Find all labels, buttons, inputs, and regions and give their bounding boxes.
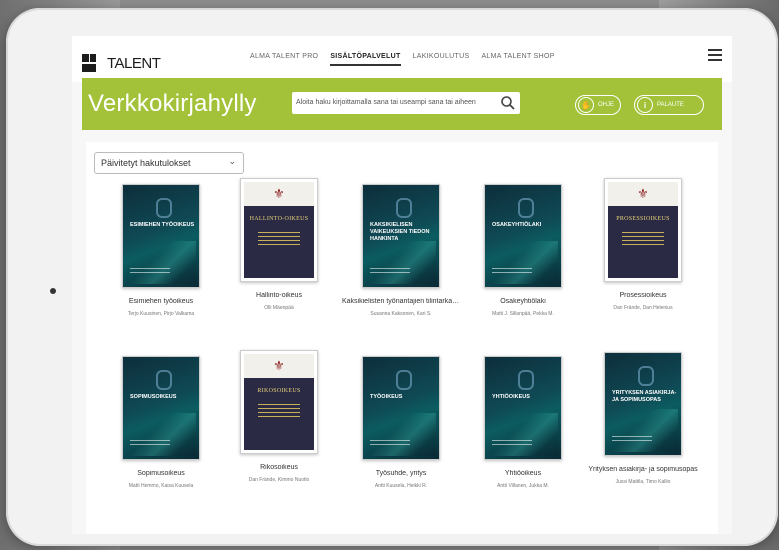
book-title[interactable]: Esimiehen työoikeus	[102, 298, 220, 305]
book-author: Matti J. Sillanpää, Pekka M.	[492, 311, 554, 317]
book-author: Matti Hemmo, Kaisa Kuusela	[128, 483, 194, 489]
search-placeholder: Aloita haku kirjoittamalla sana tai usea…	[296, 99, 476, 106]
book-cover[interactable]: ESIMIEHEN TYÖOIKEUS	[122, 184, 200, 288]
cover-title: HALLINTO-OIKEUS	[249, 216, 309, 222]
book-cover[interactable]: ⚜ PROSESSIOIKEUS	[604, 178, 682, 282]
book-cover[interactable]: SOPIMUSOIKEUS	[122, 356, 200, 460]
feedback-button-label: PALAUTE	[657, 102, 684, 108]
nav-alma-talent-shop[interactable]: ALMA TALENT SHOP	[481, 53, 554, 66]
nav-links: ALMA TALENT PRO SISÄLTÖPALVELUT LAKIKOUL…	[250, 53, 555, 66]
book-author: Dan Frände, Dan Helenius	[613, 305, 673, 311]
book-author: Susanna Kaksonen, Kari S.	[370, 311, 432, 317]
paragraph-emblem-icon	[396, 370, 412, 390]
cover-title: SOPIMUSOIKEUS	[130, 394, 177, 400]
cover-title: TYÖOIKEUS	[370, 394, 403, 400]
info-icon: i	[637, 97, 653, 113]
book-cover[interactable]: YRITYKSEN ASIAKIRJA- JA SOPIMUSOPAS	[604, 352, 682, 456]
cover-title: YHTIÖOIKEUS	[492, 394, 530, 400]
crest-icon: ⚜	[244, 182, 314, 206]
book-cover[interactable]: OSAKEYHTIÖLAKI	[484, 184, 562, 288]
book-cover[interactable]: KAKSIKIELISEN VAIKEUKSIEN TIEDON HANKINT…	[362, 184, 440, 288]
bookshelf: Päivitetyt hakutulokset ⌄ ESIMIEHEN TYÖO…	[86, 142, 718, 534]
book-title[interactable]: Työsuhde, yritys	[342, 470, 460, 477]
paragraph-emblem-icon	[518, 370, 534, 390]
hand-icon: ✋	[578, 97, 594, 113]
cover-title: ESIMIEHEN TYÖOIKEUS	[130, 222, 195, 228]
book-title[interactable]: Hallinto-oikeus	[220, 292, 338, 299]
help-button[interactable]: ✋ OHJE	[575, 95, 622, 115]
chevron-down-icon: ⌄	[228, 156, 236, 166]
book-author: Olli Mäenpää	[264, 305, 294, 311]
book-card[interactable]: ⚜ PROSESSIOIKEUS Prosessioikeus Dan Frän…	[584, 178, 702, 311]
book-author: Terjo Kuusinen, Pirjo Valkama	[127, 311, 195, 317]
book-title[interactable]: Rikosoikeus	[220, 464, 338, 471]
cover-title: OSAKEYHTIÖLAKI	[492, 222, 542, 228]
logo-text: TALENT	[107, 54, 161, 72]
camera-icon	[50, 288, 56, 294]
book-cover[interactable]: TYÖOIKEUS	[362, 356, 440, 460]
crest-icon: ⚜	[244, 354, 314, 378]
book-author: Antti Villanen, Jukka M.	[497, 483, 549, 489]
book-card[interactable]: ⚜ RIKOSOIKEUS Rikosoikeus Dan Frände, Ki…	[220, 350, 338, 483]
hamburger-menu-icon[interactable]	[708, 49, 722, 61]
paragraph-emblem-icon	[156, 370, 172, 390]
book-title[interactable]: Yrityksen asiakirja- ja sopimusopas	[584, 466, 702, 473]
nav-lakikoulutus[interactable]: LAKIKOULUTUS	[413, 53, 470, 66]
paragraph-emblem-icon	[638, 366, 654, 386]
crest-icon: ⚜	[608, 182, 678, 206]
paragraph-emblem-icon	[518, 198, 534, 218]
book-card[interactable]: OSAKEYHTIÖLAKI Osakeyhtiölaki Matti J. S…	[464, 184, 582, 317]
book-author: Antti Kuusela, Heikki R.	[374, 483, 428, 489]
nav-sisaltopalvelut[interactable]: SISÄLTÖPALVELUT	[330, 53, 401, 66]
book-title[interactable]: Kaksikielisten työnantajien tilintarkast…	[342, 298, 460, 305]
book-card[interactable]: YHTIÖOIKEUS Yhtiöoikeus Antti Villanen, …	[464, 356, 582, 489]
book-card[interactable]: TYÖOIKEUS Työsuhde, yritys Antti Kuusela…	[342, 356, 460, 489]
screen: TALENT ALMA TALENT PRO SISÄLTÖPALVELUT L…	[72, 36, 732, 534]
feedback-button[interactable]: i PALAUTE	[634, 95, 704, 115]
page-title: Verkkokirjahylly	[88, 90, 257, 117]
cover-title: YRITYKSEN ASIAKIRJA- JA SOPIMUSOPAS	[612, 390, 677, 403]
book-card[interactable]: ⚜ HALLINTO-OIKEUS Hallinto-oikeus Olli M…	[220, 178, 338, 311]
logo-mark-icon	[82, 54, 104, 72]
book-author: Dan Frände, Kimmo Nuotio	[248, 477, 310, 483]
book-title[interactable]: Prosessioikeus	[584, 292, 702, 299]
help-button-label: OHJE	[598, 102, 615, 108]
top-navigation: TALENT ALMA TALENT PRO SISÄLTÖPALVELUT L…	[72, 36, 732, 82]
book-title[interactable]: Sopimusoikeus	[102, 470, 220, 477]
cover-title: PROSESSIOIKEUS	[616, 216, 670, 222]
book-author: Jussi Mattila, Timo Kallio	[615, 479, 671, 485]
search-icon[interactable]	[500, 95, 516, 111]
book-title[interactable]: Yhtiöoikeus	[464, 470, 582, 477]
book-card[interactable]: KAKSIKIELISEN VAIKEUKSIEN TIEDON HANKINT…	[342, 184, 460, 317]
nav-alma-talent-pro[interactable]: ALMA TALENT PRO	[250, 53, 318, 66]
book-cover[interactable]: ⚜ RIKOSOIKEUS	[240, 350, 318, 454]
book-title[interactable]: Osakeyhtiölaki	[464, 298, 582, 305]
book-card[interactable]: ESIMIEHEN TYÖOIKEUS Esimiehen työoikeus …	[102, 184, 220, 317]
book-card[interactable]: YRITYKSEN ASIAKIRJA- JA SOPIMUSOPAS Yrit…	[584, 352, 702, 485]
tablet-frame: TALENT ALMA TALENT PRO SISÄLTÖPALVELUT L…	[6, 8, 778, 546]
paragraph-emblem-icon	[396, 198, 412, 218]
search-input[interactable]: Aloita haku kirjoittamalla sana tai usea…	[292, 92, 520, 114]
book-card[interactable]: SOPIMUSOIKEUS Sopimusoikeus Matti Hemmo,…	[102, 356, 220, 489]
sort-dropdown-value: Päivitetyt hakutulokset	[101, 158, 191, 168]
sort-dropdown[interactable]: Päivitetyt hakutulokset ⌄	[94, 152, 244, 174]
book-cover[interactable]: ⚜ HALLINTO-OIKEUS	[240, 178, 318, 282]
book-cover[interactable]: YHTIÖOIKEUS	[484, 356, 562, 460]
banner: Verkkokirjahylly Aloita haku kirjoittama…	[82, 78, 722, 130]
paragraph-emblem-icon	[156, 198, 172, 218]
cover-title: RIKOSOIKEUS	[257, 388, 301, 394]
cover-title: KAKSIKIELISEN VAIKEUKSIEN TIEDON HANKINT…	[370, 222, 430, 242]
logo[interactable]: TALENT	[82, 54, 161, 72]
